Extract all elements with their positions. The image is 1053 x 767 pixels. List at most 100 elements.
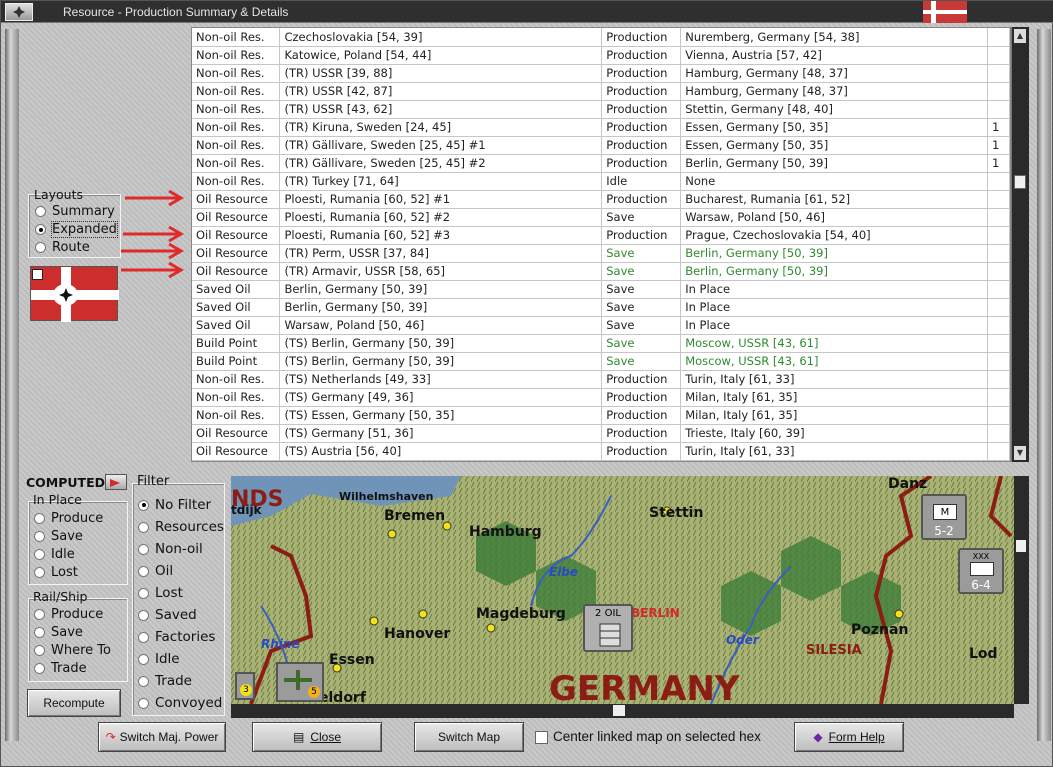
table-row[interactable]: Oil Resource (TS) Austria [56, 40] Product…: [192, 442, 1010, 461]
table-row[interactable]: Saved Oil Warsaw, Poland [50, 46] Save In P…: [192, 316, 1010, 335]
radio-button[interactable]: [34, 609, 45, 620]
filter-idle[interactable]: Idle: [138, 651, 180, 667]
table-row[interactable]: Oil Resource Ploesti, Rumania [60, 52] #1…: [192, 190, 1010, 209]
radio-button[interactable]: [138, 499, 149, 511]
red-arrows: [121, 189, 184, 279]
radio-button[interactable]: [138, 631, 149, 643]
switch-power-button[interactable]: ↷ Switch Maj. Power: [98, 722, 226, 752]
in-place-save[interactable]: Save: [34, 529, 83, 544]
switch-map-button[interactable]: Switch Map: [414, 722, 524, 752]
close-button[interactable]: ▤ Close: [252, 722, 382, 752]
filter-oil[interactable]: Oil: [138, 563, 173, 579]
table-row[interactable]: Build Point (TS) Berlin, Germany [50, 39]…: [192, 334, 1010, 353]
table-row[interactable]: Non-oil Res. (TS) Essen, Germany [50, 35]…: [192, 406, 1010, 425]
rail-ship-save[interactable]: Save: [34, 625, 83, 640]
count-cell: [987, 388, 1010, 407]
rail-ship-where-to[interactable]: Where To: [34, 643, 111, 658]
air-unit-counter[interactable]: 5: [276, 662, 324, 702]
oil-barrels-icon: [599, 623, 621, 647]
layout-summary[interactable]: Summary: [35, 204, 115, 219]
center-linked-checkbox[interactable]: [535, 731, 548, 744]
oil-counter[interactable]: 2 OIL: [583, 604, 633, 652]
radio-button[interactable]: [34, 549, 45, 560]
map-horizontal-scrollbar[interactable]: [231, 704, 1014, 718]
filter-resources[interactable]: Resources: [138, 519, 224, 535]
unit-counter-2[interactable]: XXX 6-4: [958, 548, 1004, 594]
table-row[interactable]: Saved Oil Berlin, Germany [50, 39] Save In …: [192, 280, 1010, 299]
radio-button[interactable]: [34, 513, 45, 524]
layout-expanded[interactable]: Expanded: [35, 221, 118, 238]
table-row[interactable]: Non-oil Res. (TR) Gällivare, Sweden [25, …: [192, 154, 1010, 173]
radio-button[interactable]: [138, 521, 149, 533]
table-row[interactable]: Oil Resource (TR) Armavir, USSR [58, 65] S…: [192, 262, 1010, 281]
radio-button[interactable]: [34, 645, 45, 656]
filter-convoyed[interactable]: Convoyed: [138, 695, 222, 711]
table-row[interactable]: Non-oil Res. (TR) Turkey [71, 64] Idle None: [192, 172, 1010, 191]
table-row[interactable]: Non-oil Res. (TR) USSR [43, 62] Production…: [192, 100, 1010, 119]
table-row[interactable]: Non-oil Res. (TR) USSR [39, 88] Production…: [192, 64, 1010, 83]
form-help-button[interactable]: ◆ Form Help: [794, 722, 904, 752]
table-row[interactable]: Saved Oil Berlin, Germany [50, 39] Save In …: [192, 298, 1010, 317]
radio-button[interactable]: [34, 531, 45, 542]
table-row[interactable]: Non-oil Res. (TS) Germany [49, 36] Product…: [192, 388, 1010, 407]
computed-toggle[interactable]: [105, 474, 127, 490]
recompute-button[interactable]: Recompute: [27, 689, 121, 717]
table-row[interactable]: Oil Resource (TS) Germany [51, 36] Product…: [192, 424, 1010, 443]
scroll-thumb[interactable]: [1014, 175, 1026, 189]
table-row[interactable]: Non-oil Res. (TR) Gällivare, Sweden [25, …: [192, 136, 1010, 155]
table-row[interactable]: Oil Resource (TR) Perm, USSR [37, 84] Save…: [192, 244, 1010, 263]
filter-non-oil[interactable]: Non-oil: [138, 541, 203, 557]
radio-button[interactable]: [35, 206, 46, 217]
radio-button[interactable]: [35, 224, 46, 235]
filter-saved[interactable]: Saved: [138, 607, 197, 623]
radio-button[interactable]: [138, 565, 149, 577]
type-cell: Non-oil Res.: [192, 136, 281, 155]
table-row[interactable]: Non-oil Res. (TR) USSR [42, 87] Production…: [192, 82, 1010, 101]
radio-button[interactable]: [34, 567, 45, 578]
table-row[interactable]: Non-oil Res. Katowice, Poland [54, 44] Pro…: [192, 46, 1010, 65]
system-menu-button[interactable]: [5, 3, 33, 21]
map-vertical-scrollbar[interactable]: [1014, 476, 1029, 704]
rail-ship-produce[interactable]: Produce: [34, 607, 103, 622]
table-row[interactable]: Oil Resource Ploesti, Rumania [60, 52] #3…: [192, 226, 1010, 245]
table-row[interactable]: Non-oil Res. (TR) Kiruna, Sweden [24, 45]…: [192, 118, 1010, 137]
partial-counter[interactable]: 3: [235, 672, 255, 700]
radio-button[interactable]: [138, 653, 149, 665]
radio-button[interactable]: [138, 675, 149, 687]
radio-button[interactable]: [138, 543, 149, 555]
radio-button[interactable]: [138, 697, 149, 709]
table-row[interactable]: Oil Resource Ploesti, Rumania [60, 52] #2…: [192, 208, 1010, 227]
scroll-down-icon[interactable]: ▼: [1014, 446, 1026, 460]
linked-map[interactable]: Bremen Hamburg Stettin Magdeburg Hanover…: [231, 476, 1014, 704]
table-row[interactable]: Non-oil Res. (TS) Netherlands [49, 33] Pro…: [192, 370, 1010, 389]
map-vscroll-thumb[interactable]: [1016, 540, 1026, 552]
radio-label: Non-oil: [155, 541, 203, 557]
filter-factories[interactable]: Factories: [138, 629, 215, 645]
radio-button[interactable]: [34, 663, 45, 674]
rail-ship-trade[interactable]: Trade: [34, 661, 87, 676]
table-row[interactable]: Non-oil Res. Czechoslovakia [54, 39] Produ…: [192, 28, 1010, 47]
filter-lost[interactable]: Lost: [138, 585, 183, 601]
scroll-up-icon[interactable]: ▲: [1014, 29, 1026, 43]
count-cell: [987, 28, 1010, 47]
source-cell: (TR) Turkey [71, 64]: [279, 172, 603, 191]
in-place-lost[interactable]: Lost: [34, 565, 78, 580]
type-cell: Non-oil Res.: [192, 46, 281, 65]
unit-counter-1[interactable]: M 5-2: [921, 494, 967, 540]
radio-button[interactable]: [138, 609, 149, 621]
map-hscroll-thumb[interactable]: [613, 705, 625, 716]
filter-no-filter[interactable]: No Filter: [138, 497, 211, 513]
table-scrollbar[interactable]: ▲ ▼: [1011, 27, 1029, 462]
type-cell: Non-oil Res.: [192, 64, 281, 83]
in-place-idle[interactable]: Idle: [34, 547, 75, 562]
layout-route[interactable]: Route: [35, 240, 90, 255]
in-place-produce[interactable]: Produce: [34, 511, 103, 526]
radio-button[interactable]: [35, 242, 46, 253]
destination-cell: Berlin, Germany [50, 39]: [680, 244, 988, 263]
radio-button[interactable]: [34, 627, 45, 638]
count-cell: 1: [987, 154, 1010, 173]
filter-trade[interactable]: Trade: [138, 673, 192, 689]
radio-button[interactable]: [138, 587, 149, 599]
destination-cell: Vienna, Austria [57, 42]: [680, 46, 988, 65]
table-row[interactable]: Build Point (TS) Berlin, Germany [50, 39]…: [192, 352, 1010, 371]
